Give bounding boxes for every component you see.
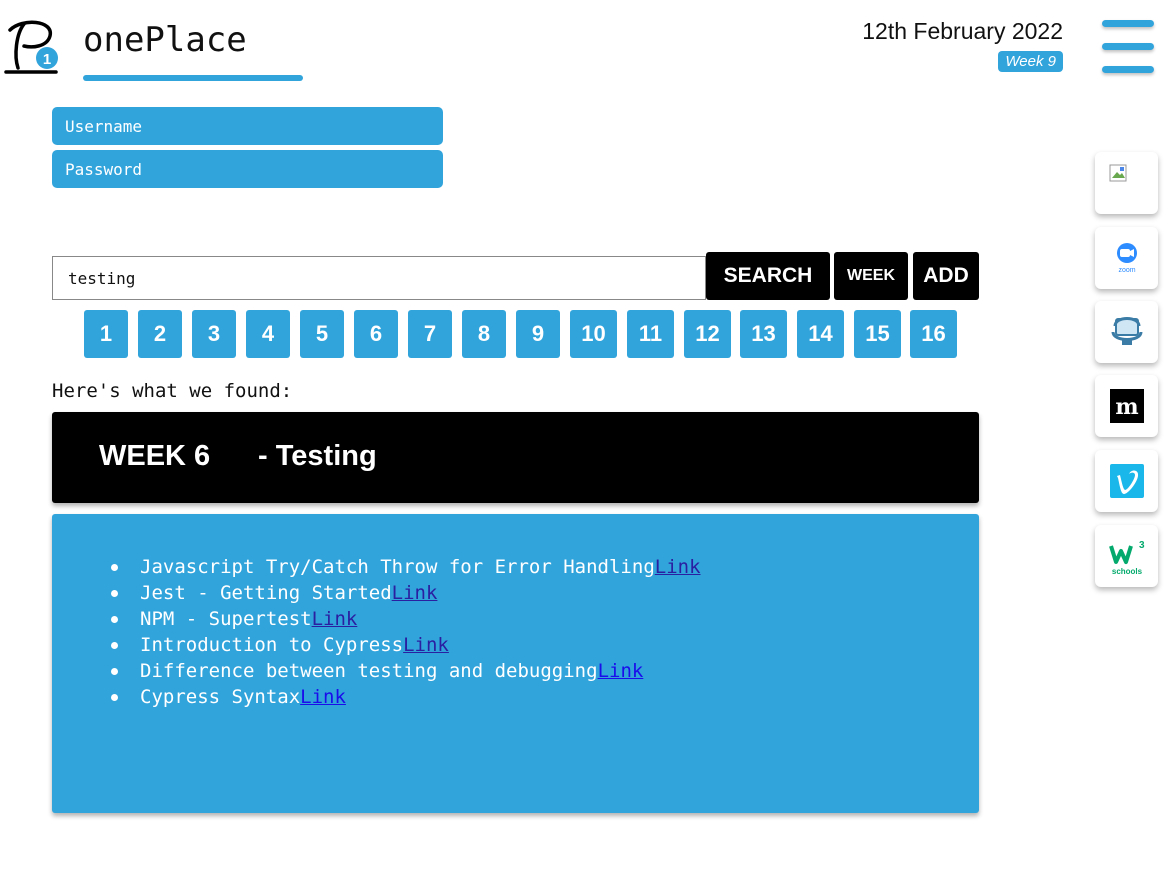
resource-title: Introduction to Cypress — [140, 634, 404, 656]
password-field[interactable] — [52, 150, 443, 188]
week-11-button[interactable]: 11 — [627, 310, 674, 358]
week-5-button[interactable]: 5 — [300, 310, 344, 358]
week-13-button[interactable]: 13 — [740, 310, 787, 358]
week-3-button[interactable]: 3 — [192, 310, 236, 358]
resource-list-item: Javascript Try/Catch Throw for Error Han… — [111, 554, 701, 580]
search-input[interactable] — [52, 256, 706, 300]
vimeo-icon — [1109, 464, 1144, 498]
broken-image-icon — [1109, 164, 1127, 182]
sidebar-app-miro[interactable]: m — [1095, 375, 1158, 437]
zoom-icon: zoom — [1116, 243, 1137, 274]
sidebar-app-vimeo[interactable] — [1095, 450, 1158, 512]
week-4-button[interactable]: 4 — [246, 310, 290, 358]
resource-link[interactable]: Link — [312, 608, 358, 630]
svg-text:m: m — [1115, 394, 1138, 420]
week-9-button[interactable]: 9 — [516, 310, 560, 358]
miro-icon: m — [1109, 389, 1144, 423]
svg-text:zoom: zoom — [1118, 267, 1135, 274]
bullet-icon — [111, 590, 118, 597]
menu-bar-icon — [1102, 20, 1154, 27]
sidebar-app-remote-desktop[interactable] — [1095, 301, 1158, 363]
resource-title: Cypress Syntax — [140, 686, 301, 708]
menu-bar-icon — [1102, 66, 1154, 73]
resource-list-item: Introduction to CypressLink — [111, 632, 701, 658]
resource-list-item: Jest - Getting StartedLink — [111, 580, 701, 606]
menu-bar-icon — [1102, 43, 1154, 50]
bullet-icon — [111, 694, 118, 701]
oneplace-logo[interactable]: 1 — [4, 16, 62, 78]
week-10-button[interactable]: 10 — [570, 310, 617, 358]
app-title: onePlace — [83, 20, 247, 60]
bullet-icon — [111, 564, 118, 571]
remote-desktop-icon — [1111, 317, 1142, 345]
search-button[interactable]: SEARCH — [706, 252, 830, 300]
hamburger-menu-button[interactable] — [1102, 18, 1154, 78]
title-underline — [83, 75, 303, 81]
resource-title: Jest - Getting Started — [140, 582, 392, 604]
sidebar-app-zoom[interactable]: zoom — [1095, 227, 1158, 289]
w3schools-icon: 3 schools — [1108, 540, 1145, 576]
sidebar-app-broken-image[interactable] — [1095, 152, 1158, 214]
current-date: 12th February 2022 — [862, 18, 1063, 44]
resource-link[interactable]: Link — [403, 634, 449, 656]
result-resource-list: Javascript Try/Catch Throw for Error Han… — [52, 514, 979, 813]
result-topic-title: - Testing — [258, 440, 377, 472]
result-week-header: WEEK 6 - Testing — [52, 412, 979, 503]
bullet-icon — [111, 642, 118, 649]
add-button[interactable]: ADD — [913, 252, 979, 300]
svg-text:schools: schools — [1111, 567, 1142, 576]
result-week-title: WEEK 6 — [99, 440, 211, 472]
bullet-icon — [111, 616, 118, 623]
week-1-button[interactable]: 1 — [84, 310, 128, 358]
resource-list-item: Cypress SyntaxLink — [111, 684, 701, 710]
week-14-button[interactable]: 14 — [797, 310, 844, 358]
resource-list-item: Difference between testing and debugging… — [111, 658, 701, 684]
resource-list-item: NPM - SupertestLink — [111, 606, 701, 632]
week-6-button[interactable]: 6 — [354, 310, 398, 358]
resource-link[interactable]: Link — [300, 686, 346, 708]
current-week-badge: Week 9 — [998, 51, 1063, 72]
week-2-button[interactable]: 2 — [138, 310, 182, 358]
resource-title: NPM - Supertest — [140, 608, 312, 630]
svg-text:3: 3 — [1139, 540, 1145, 551]
resource-title: Javascript Try/Catch Throw for Error Han… — [140, 556, 655, 578]
bullet-icon — [111, 668, 118, 675]
sidebar-app-w3schools[interactable]: 3 schools — [1095, 525, 1158, 587]
week-7-button[interactable]: 7 — [408, 310, 452, 358]
resource-link[interactable]: Link — [598, 660, 644, 682]
resource-link[interactable]: Link — [392, 582, 438, 604]
week-15-button[interactable]: 15 — [854, 310, 901, 358]
username-field[interactable] — [52, 107, 443, 145]
week-12-button[interactable]: 12 — [684, 310, 731, 358]
svg-text:1: 1 — [43, 51, 51, 68]
week-16-button[interactable]: 16 — [910, 310, 957, 358]
resource-link[interactable]: Link — [655, 556, 701, 578]
week-button[interactable]: WEEK — [834, 252, 908, 300]
resource-title: Difference between testing and debugging — [140, 660, 598, 682]
week-8-button[interactable]: 8 — [462, 310, 506, 358]
results-heading: Here's what we found: — [52, 380, 293, 402]
